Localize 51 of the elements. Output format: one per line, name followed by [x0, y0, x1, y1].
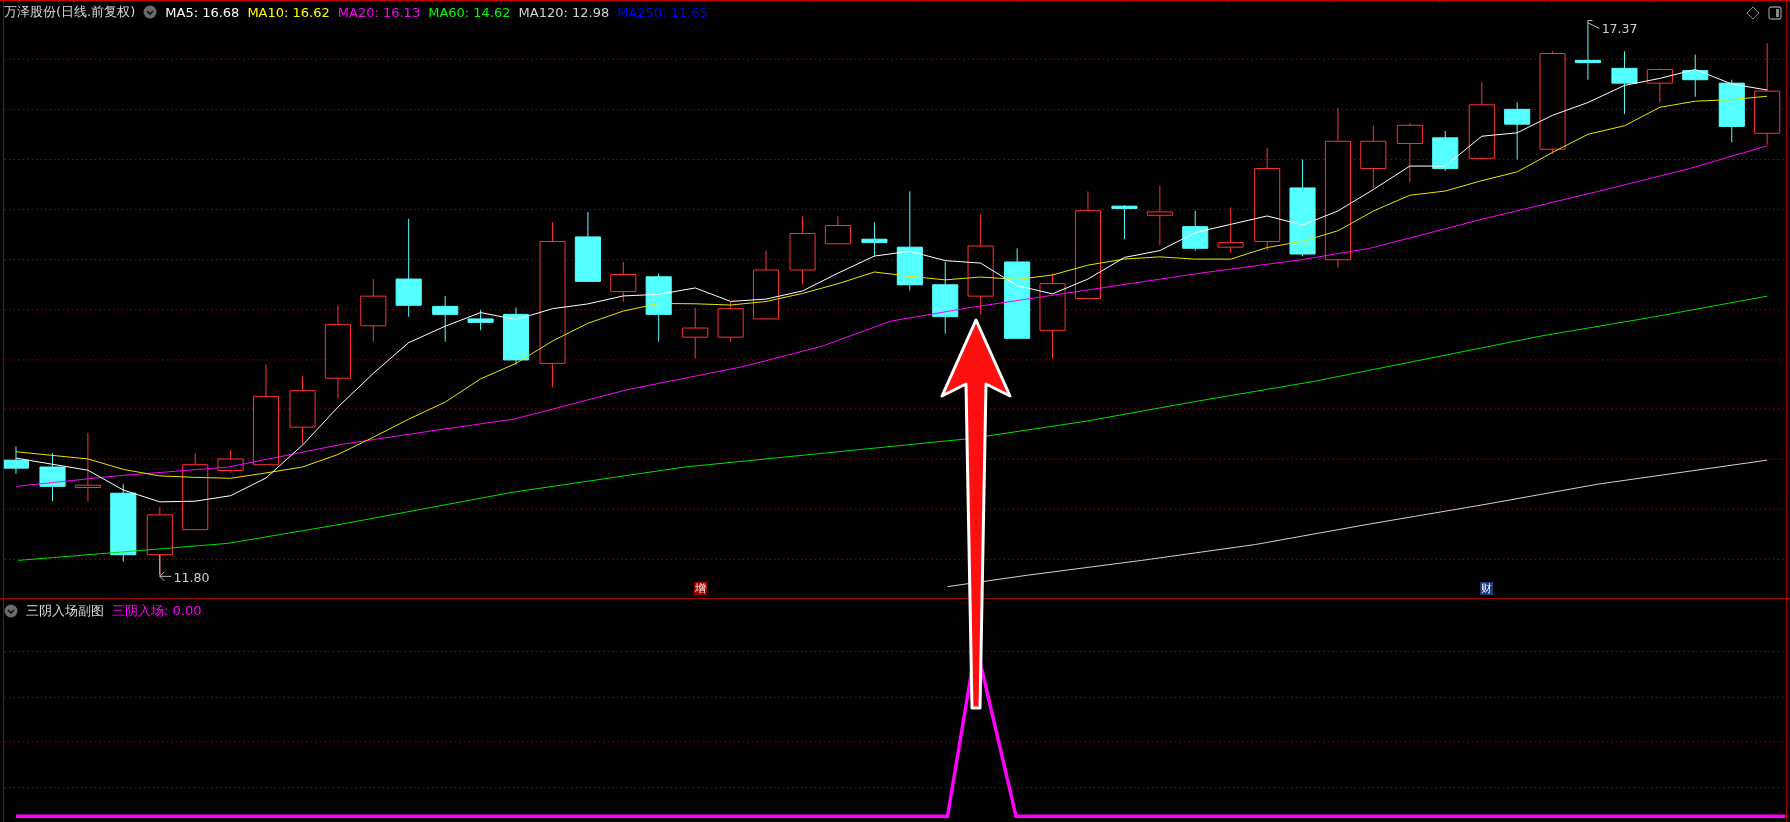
- candlestick: [39, 452, 66, 502]
- ma-legend-label: MA60: 14.62: [428, 4, 511, 20]
- candlestick: [217, 449, 244, 474]
- candlestick: [74, 432, 101, 502]
- diamond-icon[interactable]: [1746, 6, 1760, 20]
- candlestick: [289, 375, 316, 445]
- ma-legend-label: MA5: 16.68: [165, 4, 240, 20]
- candlestick: [1682, 54, 1709, 98]
- candlestick: [467, 309, 494, 331]
- candlestick: [610, 261, 637, 303]
- indicator-title: 三阴入场副图: [26, 602, 104, 620]
- candlestick: [2, 446, 30, 475]
- candlestick: [1646, 67, 1673, 103]
- ma-legend-label: MA20: 16.13: [337, 4, 421, 20]
- candlestick: [717, 301, 744, 343]
- candlestick: [1360, 124, 1387, 189]
- event-marker[interactable]: 财: [1479, 582, 1493, 595]
- indicator-value: 三阴入场: 0.00: [112, 602, 202, 620]
- candlestick: [1396, 122, 1423, 183]
- candlestick: [824, 215, 851, 245]
- dropdown-icon[interactable]: [143, 5, 158, 19]
- candlestick: [682, 307, 709, 360]
- candlestick: [502, 307, 530, 365]
- chart-title: 万泽股份(日线.前复权): [4, 3, 136, 21]
- ma-legend-label: MA250: 11.65: [617, 4, 708, 20]
- high-price-label: 17.37: [1601, 21, 1638, 37]
- candlestick: [432, 295, 459, 343]
- panel-icon[interactable]: [1768, 6, 1782, 20]
- candlestick: [752, 250, 780, 320]
- candlestick: [1718, 79, 1745, 143]
- candlestick: [1611, 50, 1638, 115]
- candlestick: [789, 215, 816, 286]
- event-marker[interactable]: 增: [694, 582, 708, 595]
- candlestick: [1182, 210, 1209, 252]
- ma-legend-label: MA120: 12.98: [518, 4, 610, 20]
- candlestick: [1217, 206, 1244, 254]
- candlestick: [1111, 204, 1138, 240]
- candlestick: [360, 278, 387, 343]
- candlestick: [1432, 130, 1459, 172]
- leader-line: [159, 554, 172, 582]
- candlestick: [574, 211, 601, 282]
- dropdown-icon[interactable]: [4, 604, 18, 618]
- candlestick: [645, 272, 672, 343]
- candlestick: [861, 221, 888, 257]
- leader-line: [1587, 20, 1600, 29]
- low-price-label: 11.80: [173, 570, 210, 586]
- arrow-icon: [940, 318, 1012, 710]
- candlestick: [1146, 185, 1173, 246]
- ma-legend-label: MA10: 16.62: [247, 4, 330, 20]
- candlestick: [1574, 24, 1601, 81]
- candlestick: [1504, 102, 1531, 160]
